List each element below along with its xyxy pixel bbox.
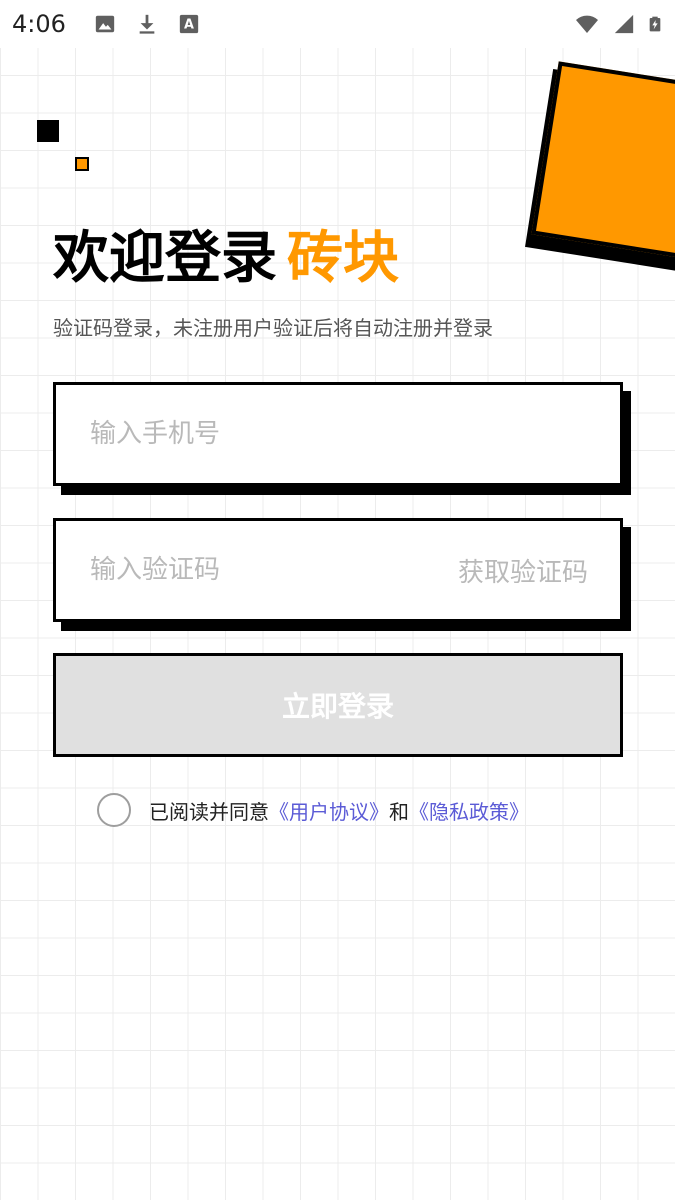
get-code-button[interactable]: 获取验证码	[458, 552, 588, 589]
svg-text:A: A	[184, 18, 194, 33]
font-a-icon: A	[179, 14, 199, 34]
code-field[interactable]: 获取验证码	[53, 518, 623, 622]
title-main: 欢迎登录	[53, 226, 277, 291]
image-icon	[95, 15, 115, 33]
wifi-icon	[576, 15, 598, 33]
agreement-prefix: 已阅读并同意	[149, 799, 269, 824]
status-left: 4:06 A	[12, 10, 200, 38]
decor-big-orange-square	[531, 61, 675, 262]
title-brand: 砖块	[287, 226, 399, 291]
verification-code-input[interactable]	[88, 554, 458, 586]
phone-input[interactable]	[88, 418, 588, 450]
decor-black-square	[37, 120, 59, 142]
agreement-conjunction: 和	[389, 799, 409, 824]
decor-small-orange-square	[75, 157, 89, 171]
cell-signal-icon	[614, 14, 634, 34]
phone-field[interactable]	[53, 382, 623, 486]
status-bar: 4:06 A	[0, 0, 675, 48]
decor-big-square-shadow	[525, 69, 675, 275]
status-right	[573, 11, 663, 37]
download-icon	[139, 14, 155, 34]
privacy-policy-link[interactable]: 《隐私政策》	[409, 796, 529, 825]
status-time: 4:06	[12, 10, 66, 38]
agreement-row: 已阅读并同意 《用户协议》 和 《隐私政策》	[97, 790, 529, 830]
agreement-checkbox[interactable]	[97, 793, 131, 827]
page-subtitle: 验证码登录，未注册用户验证后将自动注册并登录	[53, 316, 493, 340]
login-button[interactable]: 立即登录	[53, 653, 623, 757]
user-agreement-link[interactable]: 《用户协议》	[269, 796, 389, 825]
battery-charging-icon	[649, 16, 661, 32]
page-title: 欢迎登录 砖块	[53, 224, 399, 294]
